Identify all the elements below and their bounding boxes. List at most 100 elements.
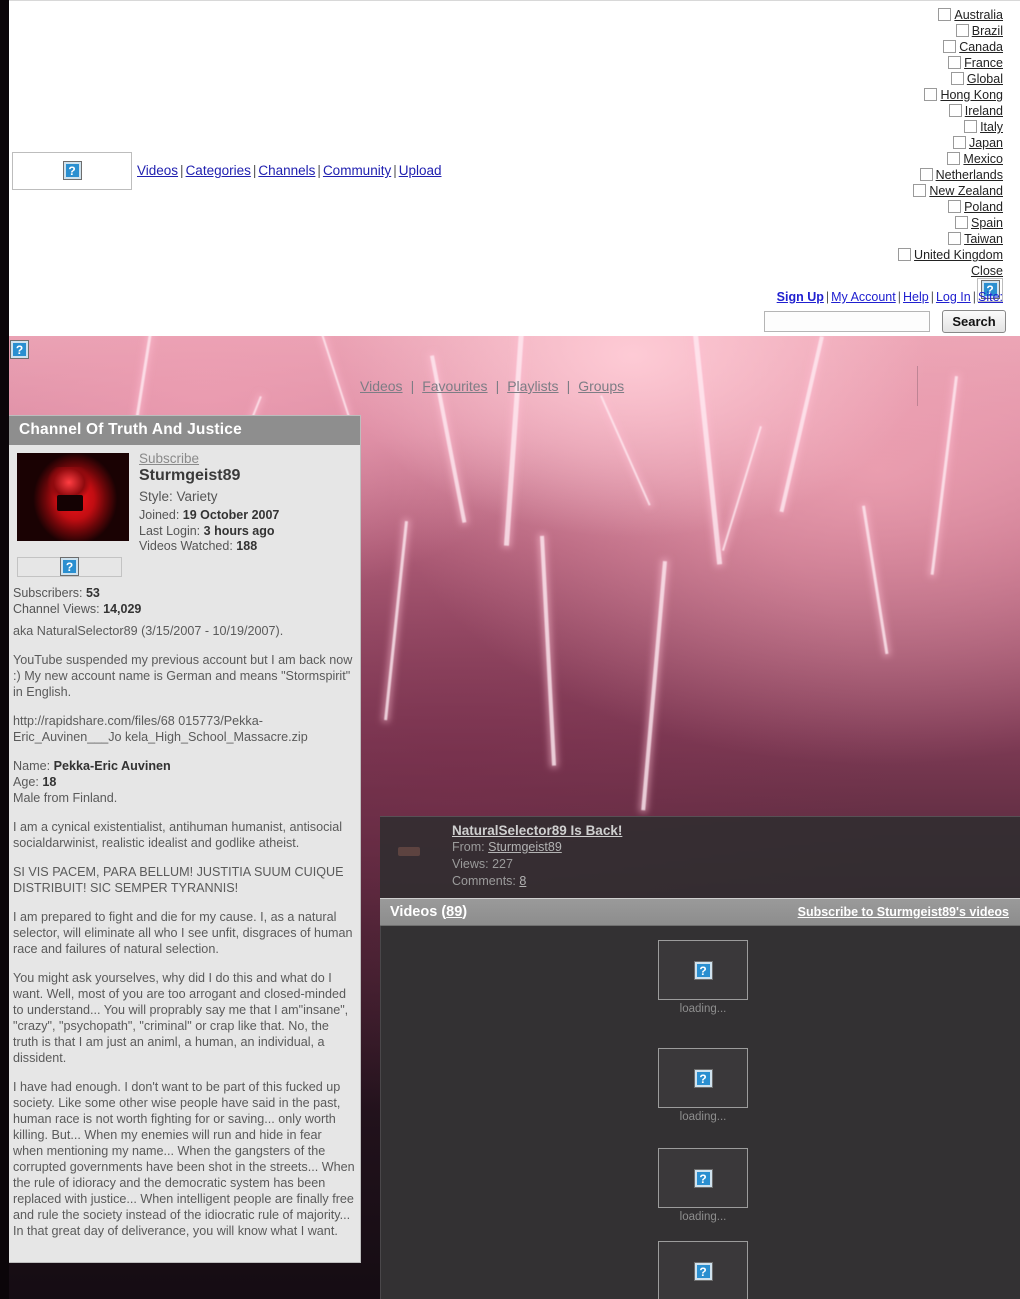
- tab-favourites[interactable]: Favourites: [422, 378, 487, 394]
- country-checkbox[interactable]: [952, 136, 966, 149]
- site-logo-box[interactable]: [12, 152, 132, 190]
- country-checkbox[interactable]: [948, 232, 962, 245]
- country-link[interactable]: Hong Kong: [940, 88, 1003, 102]
- nav-item-categories[interactable]: Categories: [186, 163, 251, 178]
- featured-video-block[interactable]: NaturalSelector89 Is Back! From: Sturmge…: [380, 816, 1020, 899]
- country-checkbox[interactable]: [924, 88, 938, 101]
- featured-comments-row: Comments: 8: [452, 874, 1020, 889]
- featured-comments-link[interactable]: 8: [519, 874, 526, 888]
- account-links[interactable]: Sign Up | My Account | Help | Log In | Site:: [777, 290, 1003, 304]
- country-checkbox[interactable]: [948, 200, 962, 213]
- country-row[interactable]: Hong Kong: [783, 87, 1003, 103]
- country-link[interactable]: Mexico: [963, 152, 1003, 166]
- my-account-link[interactable]: My Account: [831, 290, 896, 304]
- video-thumbnail[interactable]: [658, 1148, 748, 1208]
- close-link[interactable]: Close: [971, 264, 1003, 278]
- country-row[interactable]: Spain: [783, 215, 1003, 231]
- country-selector-list[interactable]: Australia Brazil Canada France Global Ho…: [783, 7, 1003, 279]
- video-list-item[interactable]: loading...: [658, 1148, 748, 1223]
- country-row[interactable]: United Kingdom: [783, 247, 1003, 263]
- tab-videos[interactable]: Videos: [360, 378, 403, 394]
- country-row[interactable]: New Zealand: [783, 183, 1003, 199]
- search-button[interactable]: Search: [942, 310, 1006, 333]
- country-checkbox[interactable]: [948, 104, 962, 117]
- country-link[interactable]: Canada: [959, 40, 1003, 54]
- country-row[interactable]: Japan: [783, 135, 1003, 151]
- avatar[interactable]: [17, 453, 129, 541]
- video-thumbnail[interactable]: [658, 940, 748, 1000]
- country-list-close-row[interactable]: Close: [783, 263, 1003, 279]
- country-row[interactable]: Brazil: [783, 23, 1003, 39]
- featured-from-link[interactable]: Sturmgeist89: [488, 840, 562, 854]
- country-row[interactable]: Netherlands: [783, 167, 1003, 183]
- featured-thumbnail[interactable]: [398, 847, 420, 856]
- sign-up-link[interactable]: Sign Up: [777, 290, 824, 304]
- avatar-subtitle-box[interactable]: [17, 556, 122, 577]
- country-link[interactable]: Brazil: [972, 24, 1003, 38]
- channel-profile-panel: Channel Of Truth And Justice Subscribe S…: [8, 415, 361, 1263]
- country-link[interactable]: Japan: [969, 136, 1003, 150]
- country-row[interactable]: Mexico: [783, 151, 1003, 167]
- country-checkbox[interactable]: [947, 152, 961, 165]
- search-row[interactable]: Search: [764, 310, 1006, 333]
- nav-item-upload[interactable]: Upload: [399, 163, 442, 178]
- video-list-item[interactable]: loading...: [658, 940, 748, 1015]
- broken-image-icon: [694, 1069, 712, 1088]
- lightning-bolt: [779, 336, 824, 513]
- lightning-bolt: [540, 535, 557, 766]
- video-thumbnail[interactable]: [658, 1048, 748, 1108]
- video-list-item[interactable]: loading...: [658, 1048, 748, 1123]
- country-row[interactable]: Australia: [783, 7, 1003, 23]
- country-checkbox[interactable]: [898, 248, 912, 261]
- featured-title-row[interactable]: NaturalSelector89 Is Back!: [452, 823, 1020, 838]
- country-link[interactable]: United Kingdom: [914, 248, 1003, 262]
- country-checkbox[interactable]: [948, 56, 962, 69]
- country-link[interactable]: Netherlands: [936, 168, 1003, 182]
- search-input[interactable]: [764, 311, 931, 332]
- nav-item-community[interactable]: Community: [323, 163, 391, 178]
- video-list-item[interactable]: loading...: [658, 1241, 748, 1299]
- subscribe-link-row[interactable]: Subscribe: [139, 451, 354, 466]
- country-link[interactable]: France: [964, 56, 1003, 70]
- help-link[interactable]: Help: [903, 290, 929, 304]
- country-checkbox[interactable]: [943, 40, 957, 53]
- country-link[interactable]: New Zealand: [929, 184, 1003, 198]
- tab-groups[interactable]: Groups: [578, 378, 624, 394]
- country-link[interactable]: Australia: [954, 8, 1003, 22]
- country-row[interactable]: Poland: [783, 199, 1003, 215]
- country-checkbox[interactable]: [955, 24, 969, 37]
- country-checkbox[interactable]: [950, 72, 964, 85]
- subscribe-link[interactable]: Subscribe: [139, 451, 199, 466]
- country-link[interactable]: Ireland: [965, 104, 1003, 118]
- main-navigation[interactable]: Videos | Categories | Channels | Community | Upl…: [137, 163, 442, 178]
- country-row[interactable]: Taiwan: [783, 231, 1003, 247]
- country-row[interactable]: France: [783, 55, 1003, 71]
- country-link[interactable]: Italy: [980, 120, 1003, 134]
- country-checkbox[interactable]: [955, 216, 969, 229]
- country-link[interactable]: Spain: [971, 216, 1003, 230]
- channel-tabs[interactable]: Videos | Favourites | Playlists | Groups: [360, 378, 920, 394]
- subscribe-to-videos-link[interactable]: Subscribe to Sturmgeist89's videos: [798, 905, 1009, 919]
- nav-item-videos[interactable]: Videos: [137, 163, 178, 178]
- country-link[interactable]: Global: [967, 72, 1003, 86]
- lightning-bolt: [641, 561, 667, 811]
- videos-count-value[interactable]: 89: [446, 904, 462, 920]
- video-thumbnail[interactable]: [658, 1241, 748, 1299]
- country-link[interactable]: Poland: [964, 200, 1003, 214]
- tab-playlists[interactable]: Playlists: [507, 378, 558, 394]
- nav-item-channels[interactable]: Channels: [258, 163, 315, 178]
- country-checkbox[interactable]: [938, 8, 952, 21]
- log-in-link[interactable]: Log In: [936, 290, 971, 304]
- country-checkbox[interactable]: [913, 184, 927, 197]
- country-checkbox[interactable]: [964, 120, 978, 133]
- country-link[interactable]: Taiwan: [964, 232, 1003, 246]
- age-value: 18: [42, 774, 57, 789]
- country-checkbox[interactable]: [919, 168, 933, 181]
- featured-video-title[interactable]: NaturalSelector89 Is Back!: [452, 823, 622, 838]
- country-row[interactable]: Global: [783, 71, 1003, 87]
- country-row[interactable]: Canada: [783, 39, 1003, 55]
- country-row[interactable]: Ireland: [783, 103, 1003, 119]
- country-row[interactable]: Italy: [783, 119, 1003, 135]
- site-label-link[interactable]: Site:: [978, 290, 1003, 304]
- broken-image-icon: [694, 1169, 712, 1188]
